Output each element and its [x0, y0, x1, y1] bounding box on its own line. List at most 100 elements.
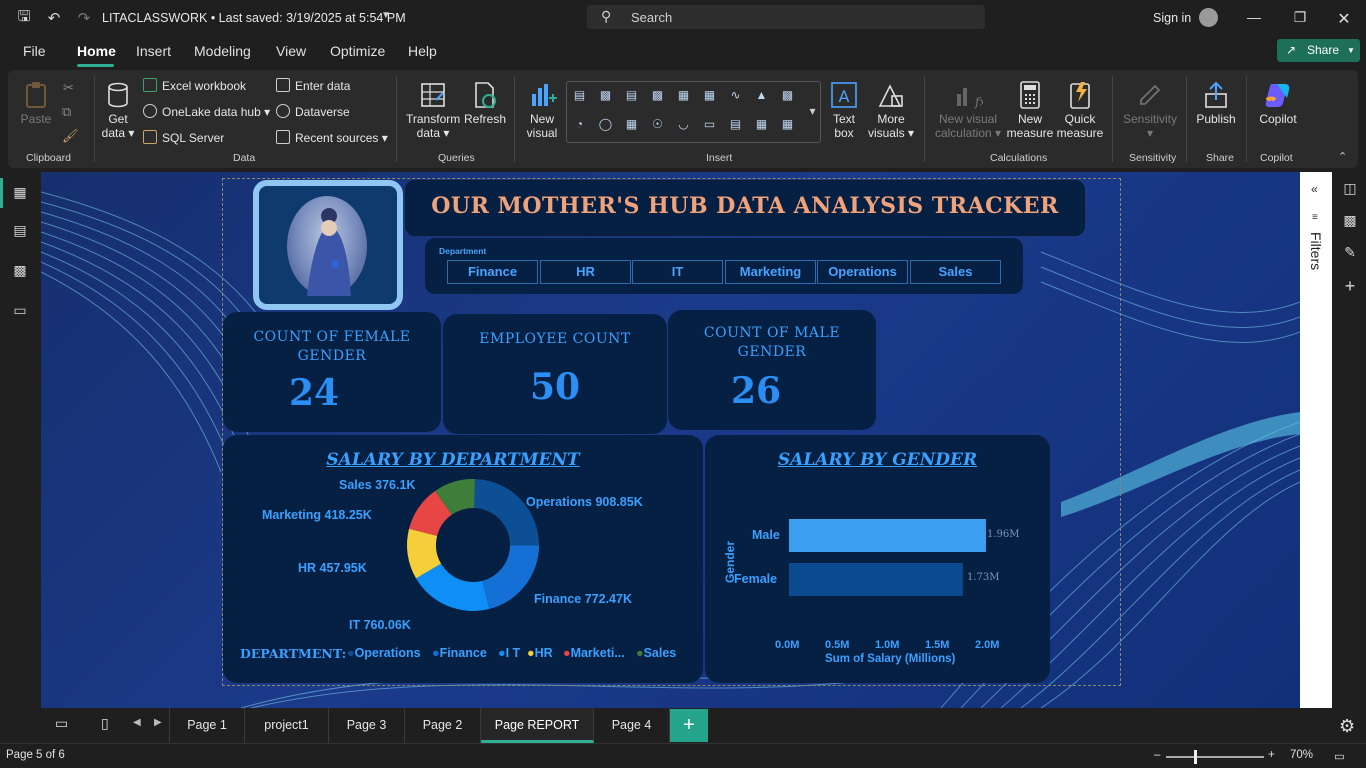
slicer-option-hr[interactable]: HR: [540, 260, 631, 284]
scroll-left-icon[interactable]: ◀: [133, 717, 141, 728]
more-visuals-button[interactable]: More visuals ▾: [866, 80, 916, 140]
table-icon: ▦: [755, 117, 768, 131]
paste-icon: [26, 82, 46, 108]
sensitivity-button[interactable]: Sensitivity ▾: [1120, 80, 1180, 140]
slicer-option-marketing[interactable]: Marketing: [725, 260, 816, 284]
refresh-button[interactable]: Refresh: [464, 80, 506, 126]
search-input[interactable]: ⚲ Search: [587, 5, 985, 29]
new-measure-button[interactable]: New measure: [1006, 80, 1054, 140]
page-tab[interactable]: Page 1: [169, 708, 245, 743]
paste-button[interactable]: Paste: [20, 80, 52, 126]
report-view-icon[interactable]: ▦: [12, 184, 28, 200]
share-button[interactable]: ↗ Share ▼: [1277, 39, 1360, 62]
filters-pane-collapsed[interactable]: « ≡ Filters: [1300, 172, 1332, 708]
chevron-down-icon[interactable]: ▼: [381, 10, 391, 21]
zoom-out-icon[interactable]: –: [1154, 749, 1160, 761]
recent-sources-button[interactable]: Recent sources ▾: [276, 130, 388, 145]
expand-filters-icon[interactable]: «: [1311, 182, 1318, 196]
sign-in-link[interactable]: Sign in: [1153, 11, 1191, 25]
sql-server-button[interactable]: SQL Server: [143, 130, 224, 145]
quick-measure-button[interactable]: Quick measure: [1056, 80, 1104, 140]
report-canvas[interactable]: OUR MOTHER'S HUB DATA ANALYSIS TRACKER D…: [41, 172, 1300, 708]
transform-data-button[interactable]: Transform data ▾: [406, 80, 460, 140]
group-label-clipboard: Clipboard: [26, 152, 71, 164]
logo-image-card: [253, 180, 403, 310]
enter-data-button[interactable]: Enter data: [276, 78, 350, 93]
minimize-icon[interactable]: —: [1244, 9, 1264, 27]
format-pane-icon[interactable]: ▩: [1342, 212, 1358, 228]
settings-gear-icon[interactable]: ⚙: [1339, 716, 1355, 737]
dax-query-view-icon[interactable]: ▭: [12, 302, 28, 318]
dataverse-button[interactable]: Dataverse: [276, 104, 350, 119]
avatar-icon[interactable]: [1199, 8, 1218, 27]
share-icon: ↗: [1286, 43, 1297, 57]
page-tab[interactable]: project1: [245, 708, 329, 743]
zoom-level: 70%: [1290, 749, 1314, 761]
cut-icon[interactable]: ✂: [63, 80, 74, 96]
legend-item-hr[interactable]: ●HR: [527, 646, 553, 660]
menu-optimize[interactable]: Optimize: [330, 43, 385, 59]
gallery-more-icon: ▾: [809, 104, 816, 118]
fit-to-page-icon[interactable]: ▭: [1334, 749, 1345, 763]
text-box-button[interactable]: A Text box: [826, 80, 862, 140]
legend-item-it[interactable]: ●I T: [498, 646, 520, 660]
slicer-option-sales[interactable]: Sales: [910, 260, 1001, 284]
kpi-card-female-count[interactable]: COUNT OF FEMALE GENDER 24: [223, 312, 441, 432]
menu-file[interactable]: File: [23, 43, 46, 59]
donut-slice-operations[interactable]: [474, 479, 539, 546]
desktop-layout-icon[interactable]: ▭: [55, 715, 68, 732]
visualizations-gallery[interactable]: ▤ ▩ ▤ ▩ ▦ ▦ ∿ ▲ ▩ ◔ ◯ ▦ ☉ ◡ ▭ ▤ ▦ ▦ ▾: [566, 81, 821, 143]
bar-female[interactable]: [789, 563, 963, 596]
slicer-option-it[interactable]: IT: [632, 260, 723, 284]
get-data-button[interactable]: Get data ▾: [100, 80, 136, 140]
zoom-slider[interactable]: [1166, 750, 1264, 764]
add-page-button[interactable]: +: [670, 709, 708, 742]
bar-male[interactable]: [789, 519, 986, 552]
page-tab-active[interactable]: Page REPORT: [481, 708, 594, 743]
menu-insert[interactable]: Insert: [136, 43, 171, 59]
excel-workbook-button[interactable]: Excel workbook: [143, 78, 246, 93]
menu-help[interactable]: Help: [408, 43, 437, 59]
salary-by-gender-chart[interactable]: SALARY BY GENDER Male Female Gender 0.0M…: [705, 435, 1050, 683]
copilot-button[interactable]: Copilot: [1256, 80, 1300, 126]
copy-icon[interactable]: ⧉: [62, 104, 71, 120]
legend-item-marketing[interactable]: ●Marketi...: [563, 646, 625, 660]
publish-button[interactable]: Publish: [1194, 80, 1238, 126]
legend-item-finance[interactable]: ●Finance: [432, 646, 487, 660]
group-label-queries: Queries: [438, 152, 475, 164]
format-painter-icon[interactable]: 🖌: [62, 128, 79, 144]
add-pane-icon[interactable]: +: [1342, 276, 1358, 296]
legend-item-operations[interactable]: ●Operations: [347, 646, 421, 660]
restore-icon[interactable]: ❐: [1290, 9, 1310, 27]
undo-icon[interactable]: ↶: [44, 8, 64, 28]
donut-slice-finance[interactable]: [482, 545, 539, 609]
collapse-ribbon-icon[interactable]: ⌃: [1338, 150, 1347, 163]
save-icon[interactable]: 🖫: [14, 8, 34, 28]
page-tab[interactable]: Page 4: [594, 708, 670, 743]
model-view-icon[interactable]: ▩: [12, 262, 28, 278]
build-visual-icon[interactable]: ✎: [1342, 244, 1358, 260]
table-view-icon[interactable]: ▤: [12, 222, 28, 238]
onelake-button[interactable]: OneLake data hub ▾: [143, 104, 270, 119]
new-visual-calculation-button[interactable]: fx New visualcalculation ▾: [932, 80, 1004, 140]
slicer-option-finance[interactable]: Finance: [447, 260, 538, 284]
menu-modeling[interactable]: Modeling: [194, 43, 251, 59]
data-pane-icon[interactable]: ◫: [1342, 180, 1358, 196]
page-tab[interactable]: Page 3: [329, 708, 405, 743]
kpi-card-employee-count[interactable]: EMPLOYEE COUNT 50: [443, 314, 667, 434]
mobile-layout-icon[interactable]: ▯: [101, 715, 109, 732]
new-visual-button[interactable]: New visual: [524, 80, 560, 140]
page-tab[interactable]: Page 2: [405, 708, 481, 743]
group-separator: [924, 76, 925, 162]
zoom-slider-handle[interactable]: [1194, 750, 1197, 764]
legend-item-sales[interactable]: ●Sales: [636, 646, 676, 660]
salary-by-department-chart[interactable]: SALARY BY DEPARTMENT Sales 376.1K Operat…: [223, 435, 703, 683]
zoom-in-icon[interactable]: +: [1268, 749, 1275, 761]
close-icon[interactable]: ✕: [1334, 9, 1354, 28]
menu-home[interactable]: Home: [77, 43, 116, 59]
menu-view[interactable]: View: [276, 43, 306, 59]
scroll-right-icon[interactable]: ▶: [154, 717, 162, 728]
kpi-card-male-count[interactable]: COUNT OF MALE GENDER 26: [668, 310, 876, 430]
redo-icon[interactable]: ↷: [74, 8, 94, 28]
slicer-option-operations[interactable]: Operations: [817, 260, 908, 284]
